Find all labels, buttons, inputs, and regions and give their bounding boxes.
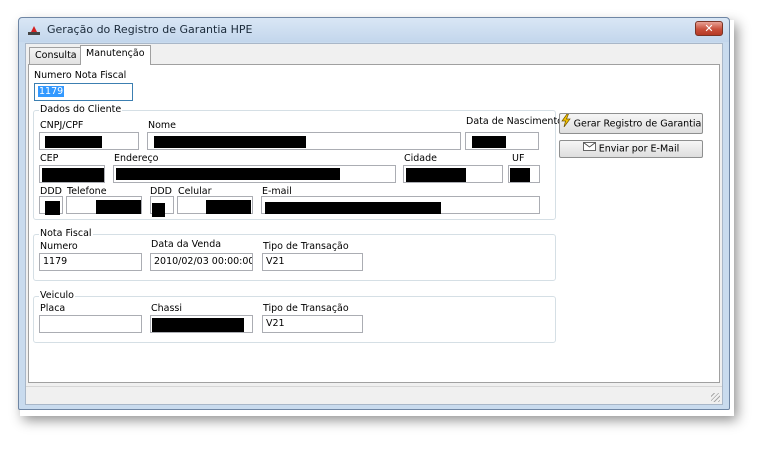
veiculo-tipo-input[interactable]: V21	[262, 315, 363, 333]
telefone-redaction	[96, 200, 141, 214]
tab-consulta[interactable]: Consulta	[29, 47, 83, 64]
nota-fiscal-group: Nota Fiscal Numero 1179 Data da Venda 20…	[33, 228, 556, 281]
placa-label: Placa	[40, 303, 66, 314]
resize-grip[interactable]	[711, 393, 720, 402]
uf-label: UF	[512, 153, 525, 164]
nota-fiscal-title: Nota Fiscal	[39, 228, 93, 239]
app-logo-icon	[28, 25, 40, 35]
celular-redaction	[206, 200, 251, 214]
cnpj-redaction	[45, 136, 102, 148]
numero-nf-label: Numero Nota Fiscal	[34, 70, 127, 81]
envelope-icon	[582, 141, 596, 157]
chassi-label: Chassi	[151, 303, 183, 314]
veiculo-tipo-value: V21	[266, 318, 285, 329]
nome-label: Nome	[148, 120, 177, 131]
enviar-email-label: Enviar por E-Mail	[598, 143, 680, 155]
chassi-redaction	[152, 318, 244, 332]
nome-redaction	[154, 136, 306, 148]
status-bar	[26, 386, 722, 404]
data-venda-value: 2010/02/03 00:00:00	[154, 256, 253, 267]
ddd2-redaction	[152, 203, 165, 217]
gerar-registro-button[interactable]: Gerar Registro de Garantia	[559, 113, 703, 134]
nf-numero-label: Numero	[40, 241, 78, 252]
dados-cliente-title: Dados do Cliente	[39, 104, 123, 115]
placa-input[interactable]	[39, 315, 142, 333]
cep-redaction	[42, 168, 104, 182]
cep-label: CEP	[40, 153, 59, 164]
veiculo-tipo-label: Tipo de Transação	[263, 303, 349, 314]
veiculo-title: Veiculo	[39, 290, 75, 301]
nascimento-redaction	[472, 136, 506, 148]
numero-nf-value: 1179	[38, 86, 65, 97]
enviar-email-button[interactable]: Enviar por E-Mail	[559, 140, 703, 158]
tab-panel-manutencao: Numero Nota Fiscal 1179 Dados do Cliente…	[28, 64, 720, 383]
window-title: Geração do Registro de Garantia HPE	[47, 23, 253, 36]
ddd-redaction	[45, 201, 60, 215]
nf-numero-input[interactable]: 1179	[39, 253, 142, 271]
data-venda-input[interactable]: 2010/02/03 00:00:00	[150, 253, 253, 271]
endereco-redaction	[116, 168, 340, 180]
nf-numero-value: 1179	[43, 256, 68, 267]
client-area: Consulta Manutenção Numero Nota Fiscal 1…	[25, 43, 723, 405]
close-button[interactable]: ✕	[695, 21, 723, 36]
dados-cliente-group: Dados do Cliente CNPJ/CPF Nome Data de N…	[33, 104, 563, 220]
email-redaction	[265, 202, 441, 214]
gerar-registro-label: Gerar Registro de Garantia	[573, 118, 702, 130]
close-icon: ✕	[704, 22, 714, 35]
cnpj-label: CNPJ/CPF	[40, 120, 84, 131]
lightning-icon	[560, 113, 571, 134]
veiculo-group: Veiculo Placa Chassi Tipo de Transação V…	[33, 290, 556, 343]
cidade-redaction	[406, 168, 466, 182]
tab-consulta-label: Consulta	[35, 50, 77, 61]
title-bar[interactable]: Geração do Registro de Garantia HPE ✕	[19, 18, 729, 42]
tab-manutencao[interactable]: Manutenção	[80, 45, 151, 65]
app-window: Geração do Registro de Garantia HPE ✕ Co…	[18, 17, 730, 410]
nascimento-label: Data de Nascimento	[466, 116, 563, 127]
numero-nf-input[interactable]: 1179	[34, 83, 133, 101]
tab-manutencao-label: Manutenção	[86, 48, 145, 59]
endereco-label: Endereço	[114, 153, 159, 164]
data-venda-label: Data da Venda	[151, 239, 222, 250]
nf-tipo-value: V21	[266, 256, 285, 267]
uf-redaction	[510, 168, 530, 182]
cidade-label: Cidade	[404, 153, 437, 164]
nf-tipo-input[interactable]: V21	[262, 253, 363, 271]
nf-tipo-label: Tipo de Transação	[263, 241, 349, 252]
